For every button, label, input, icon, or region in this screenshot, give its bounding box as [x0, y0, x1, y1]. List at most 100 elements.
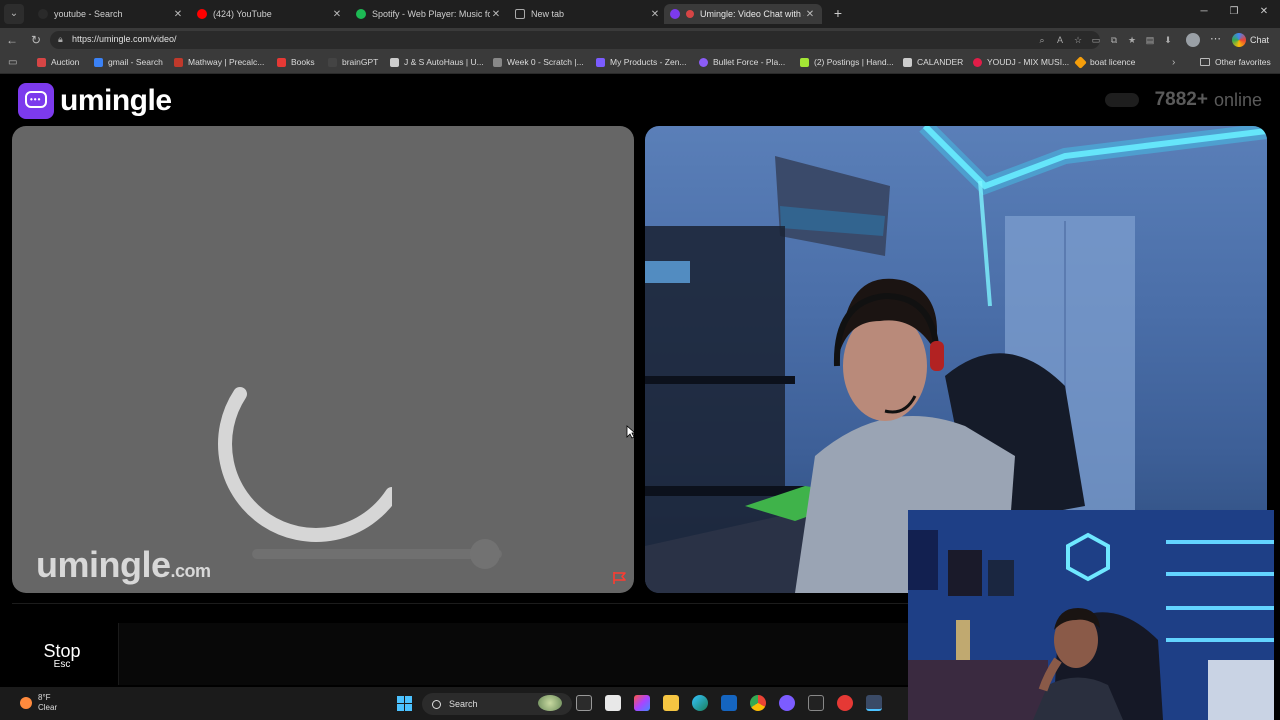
- loading-spinner-icon: [218, 387, 392, 542]
- bookmark-item[interactable]: boat licence: [1074, 55, 1135, 69]
- reload-icon[interactable]: ↻: [28, 32, 44, 48]
- volume-slider[interactable]: [252, 549, 502, 559]
- profile-avatar[interactable]: [1186, 33, 1200, 47]
- tab-search-icon[interactable]: ⌄: [4, 4, 24, 24]
- tab-youtube-search[interactable]: youtube - Search ✕: [32, 4, 190, 24]
- file-explorer-icon[interactable]: [663, 695, 679, 711]
- restore-icon[interactable]: ❐: [1226, 6, 1242, 17]
- bookmark-item[interactable]: Auction: [37, 57, 79, 67]
- bookmark-item[interactable]: (2) Postings | Hand...: [800, 57, 894, 67]
- copilot-icon[interactable]: [634, 695, 650, 711]
- bookmark-favicon: [277, 57, 286, 67]
- bookmark-favicon: [699, 57, 708, 67]
- bookmark-label: (2) Postings | Hand...: [814, 57, 894, 67]
- tab-umingle[interactable]: Umingle: Video Chat with St ✕: [664, 4, 822, 24]
- umingle-icon: [670, 9, 680, 19]
- extensions-icon[interactable]: ⧉: [1108, 34, 1120, 46]
- more-menu-icon[interactable]: ⋯: [1210, 32, 1221, 45]
- close-icon[interactable]: ✕: [490, 9, 502, 20]
- discord-icon[interactable]: [779, 695, 795, 711]
- obs-icon[interactable]: [837, 695, 853, 711]
- bookmark-label: Bullet Force - Pla...: [713, 57, 786, 67]
- back-icon[interactable]: ←: [4, 32, 20, 48]
- bookmark-label: CALANDER: [917, 57, 964, 67]
- bookmark-label: J & S AutoHaus | U...: [404, 57, 484, 67]
- tab-label: Spotify - Web Player: Music for ev: [372, 9, 490, 19]
- bookmark-label: My Products - Zen...: [610, 57, 687, 67]
- online-label: online: [1213, 89, 1262, 110]
- chat-input-area[interactable]: [118, 623, 908, 685]
- windows-start-icon[interactable]: [397, 696, 412, 711]
- widgets-icon[interactable]: [538, 695, 562, 711]
- weather-widget[interactable]: 8°F Clear: [20, 693, 57, 713]
- url-text: https://umingle.com/video/: [72, 34, 177, 44]
- tab-youtube[interactable]: (424) YouTube ✕: [191, 4, 349, 24]
- close-icon[interactable]: ✕: [172, 9, 184, 20]
- tab-spotify[interactable]: Spotify - Web Player: Music for ev ✕: [350, 4, 508, 24]
- edge-icon[interactable]: [692, 695, 708, 711]
- tab-new-tab[interactable]: New tab ✕: [509, 4, 667, 24]
- apps-icon[interactable]: ▭: [8, 57, 17, 68]
- close-icon[interactable]: ✕: [331, 9, 343, 20]
- folder-icon: [1200, 58, 1210, 66]
- favorites-icon[interactable]: ★: [1126, 34, 1138, 46]
- webcam-overlay: [908, 510, 1274, 720]
- address-bar[interactable]: 🔒︎ https://umingle.com/video/ ⌕ A ☆ ▭: [50, 31, 1100, 49]
- toggle-switch[interactable]: [1104, 93, 1139, 107]
- bookmark-item[interactable]: Books: [277, 57, 315, 67]
- chat-bubble-icon: •••: [18, 83, 54, 119]
- bookmark-item[interactable]: Mathway | Precalc...: [174, 57, 264, 67]
- bookmark-item[interactable]: Bullet Force - Pla...: [699, 57, 785, 67]
- bookmark-label: Auction: [51, 57, 80, 67]
- online-indicator: 7882+ online: [1104, 89, 1262, 111]
- divider: [12, 603, 908, 604]
- read-aloud-icon[interactable]: A: [1054, 34, 1066, 46]
- volume-slider-handle[interactable]: [469, 539, 500, 569]
- bookmark-item[interactable]: J & S AutoHaus | U...: [390, 57, 484, 67]
- close-window-icon[interactable]: ✕: [1256, 6, 1272, 17]
- close-icon[interactable]: ✕: [649, 9, 661, 20]
- bookmark-favicon: [37, 57, 46, 67]
- close-icon[interactable]: ✕: [804, 9, 816, 20]
- webcam-feed-image: [908, 510, 1274, 720]
- gamepad-icon[interactable]: [808, 695, 824, 711]
- bookmark-item[interactable]: Week 0 - Scratch |...: [493, 57, 584, 67]
- bookmark-item[interactable]: CALANDER: [903, 57, 963, 67]
- bookmark-item[interactable]: YOUDJ - MIX MUSI...: [973, 57, 1069, 67]
- task-view-icon[interactable]: [576, 695, 592, 711]
- mouse-cursor-icon: [626, 425, 636, 439]
- other-favorites[interactable]: Other favorites: [1200, 57, 1271, 67]
- tab-favicon: [38, 9, 48, 19]
- store-icon[interactable]: [605, 695, 621, 711]
- report-flag-icon[interactable]: [612, 571, 628, 585]
- bookmark-item[interactable]: My Products - Zen...: [596, 57, 687, 67]
- minimize-icon[interactable]: ─: [1196, 6, 1212, 17]
- site-info-icon[interactable]: 🔒︎: [58, 34, 68, 46]
- weather-icon: [20, 697, 32, 709]
- new-tab-button[interactable]: +: [830, 5, 846, 21]
- chrome-icon[interactable]: [750, 695, 766, 711]
- stranger-video-panel: umingle.com: [12, 126, 634, 593]
- bookmark-item[interactable]: gmail - Search: [94, 57, 163, 67]
- zoom-icon[interactable]: ⌕: [1036, 34, 1048, 46]
- copilot-chat-button[interactable]: Chat: [1232, 32, 1269, 48]
- tab-label: Umingle: Video Chat with St: [700, 9, 804, 19]
- split-screen-icon[interactable]: ▭: [1090, 34, 1102, 46]
- copilot-icon: [1232, 33, 1246, 47]
- downloads-icon[interactable]: ⬇: [1162, 34, 1174, 46]
- collections-icon[interactable]: ▤: [1144, 34, 1156, 46]
- bookmark-favicon: [390, 57, 399, 67]
- chevron-right-icon[interactable]: ›: [1172, 57, 1175, 68]
- bookmark-label: Mathway | Precalc...: [188, 57, 265, 67]
- stop-button[interactable]: Stop Esc: [20, 637, 104, 673]
- tab-label: (424) YouTube: [213, 9, 272, 19]
- bookmark-favicon: [174, 57, 183, 67]
- favorite-star-icon[interactable]: ☆: [1072, 34, 1084, 46]
- tab-strip: ⌄ youtube - Search ✕ (424) YouTube ✕ Spo…: [0, 0, 1280, 28]
- bookmark-favicon: [328, 57, 337, 67]
- umingle-logo[interactable]: ••• umingle: [18, 83, 172, 119]
- outlook-icon[interactable]: [721, 695, 737, 711]
- steam-icon[interactable]: [866, 695, 882, 711]
- bookmark-item[interactable]: brainGPT: [328, 57, 378, 67]
- youtube-icon: [197, 9, 207, 19]
